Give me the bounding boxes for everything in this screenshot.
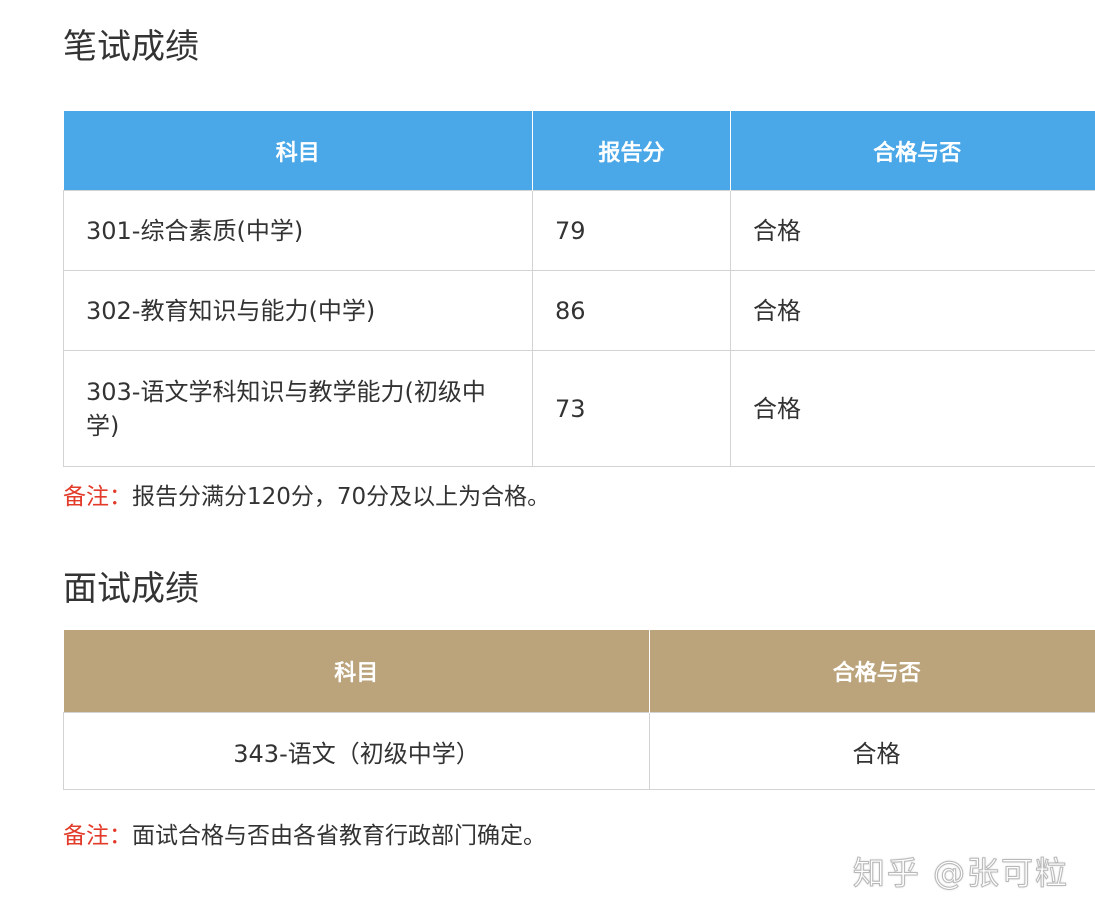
note-text: 报告分满分120分，70分及以上为合格。 — [132, 484, 551, 510]
written-exam-note: 备注：报告分满分120分，70分及以上为合格。 — [63, 486, 550, 509]
table-row: 303-语文学科知识与教学能力(初级中学) 73 合格 — [63, 350, 1095, 467]
subject-cell: 303-语文学科知识与教学能力(初级中学) — [63, 350, 533, 467]
table-row: 302-教育知识与能力(中学) 86 合格 — [63, 270, 1095, 351]
result-cell: 合格 — [730, 270, 1095, 351]
table-header-row: 科目 报告分 合格与否 — [63, 111, 1095, 191]
column-header-subject: 科目 — [63, 630, 650, 713]
interview-note: 备注：面试合格与否由各省教育行政部门确定。 — [63, 825, 546, 848]
note-label: 备注： — [63, 484, 132, 510]
note-text: 面试合格与否由各省教育行政部门确定。 — [132, 823, 546, 849]
written-score-table: 科目 报告分 合格与否 301-综合素质(中学) 79 合格 302-教育知识与… — [63, 111, 1095, 467]
column-header-result: 合格与否 — [730, 111, 1095, 191]
interview-title: 面试成绩 — [63, 569, 199, 609]
score-cell: 79 — [532, 190, 731, 271]
score-cell: 86 — [532, 270, 731, 351]
watermark: 知乎 @张可粒 — [852, 854, 1069, 893]
column-header-subject: 科目 — [63, 111, 533, 191]
result-cell: 合格 — [649, 712, 1095, 790]
result-cell: 合格 — [730, 190, 1095, 271]
result-cell: 合格 — [730, 350, 1095, 467]
subject-cell: 343-语文（初级中学） — [63, 712, 650, 790]
interview-score-table: 科目 合格与否 343-语文（初级中学） 合格 — [63, 630, 1095, 790]
table-header-row: 科目 合格与否 — [63, 630, 1095, 713]
column-header-score: 报告分 — [532, 111, 731, 191]
table-row: 343-语文（初级中学） 合格 — [63, 712, 1095, 790]
subject-cell: 302-教育知识与能力(中学) — [63, 270, 533, 351]
column-header-result: 合格与否 — [649, 630, 1095, 713]
written-exam-title: 笔试成绩 — [63, 27, 199, 67]
subject-cell: 301-综合素质(中学) — [63, 190, 533, 271]
score-cell: 73 — [532, 350, 731, 467]
table-row: 301-综合素质(中学) 79 合格 — [63, 190, 1095, 271]
note-label: 备注： — [63, 823, 132, 849]
